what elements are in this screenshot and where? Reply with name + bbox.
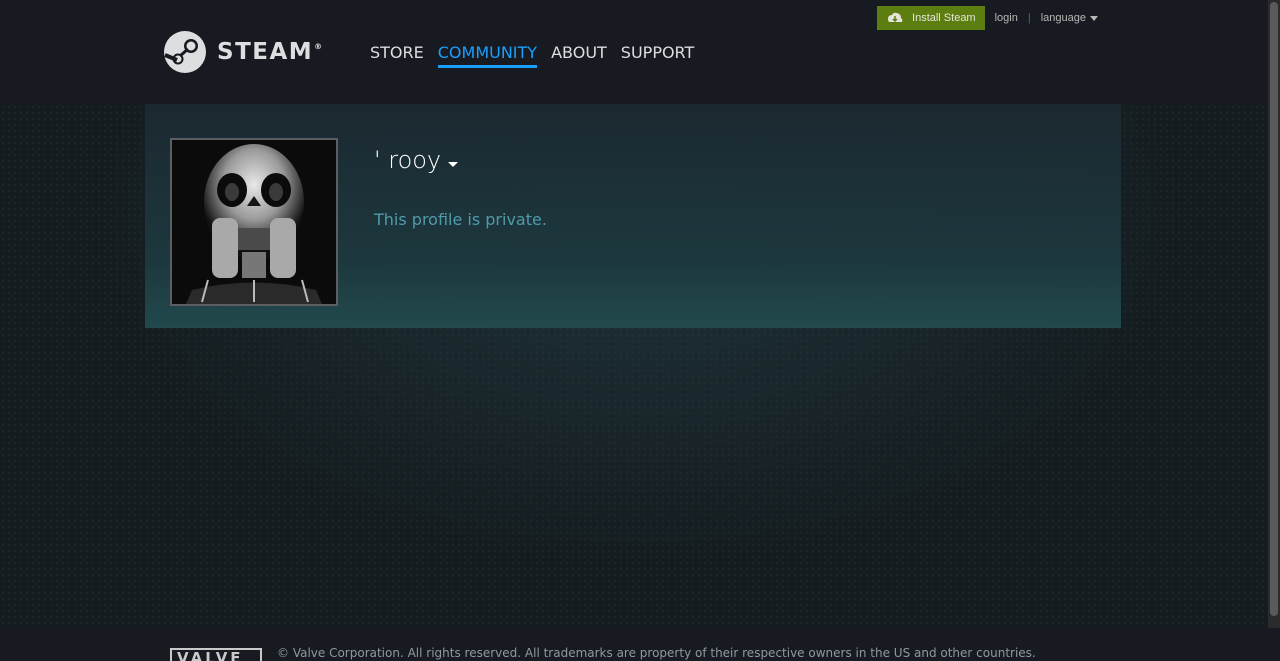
- copyright-text: © Valve Corporation. All rights reserved…: [277, 646, 1036, 660]
- install-steam-button[interactable]: Install Steam: [877, 6, 985, 30]
- global-actions: Install Steam login | language: [877, 6, 1098, 30]
- persona-name[interactable]: ' rooy: [374, 146, 459, 174]
- private-profile-message: This profile is private.: [374, 210, 547, 229]
- language-label: language: [1040, 12, 1086, 24]
- persona-name-text: ' rooy: [374, 146, 442, 174]
- steam-logo-text: STEAM®: [217, 39, 324, 65]
- download-icon: [888, 12, 903, 23]
- avatar[interactable]: [172, 140, 336, 304]
- avatar-image-icon: [172, 140, 336, 304]
- steam-logo-icon: [164, 31, 206, 73]
- footer: VALVE © Valve Corporation. All rights re…: [0, 628, 1280, 661]
- avatar-frame: [170, 138, 338, 306]
- login-link[interactable]: login: [995, 12, 1018, 24]
- nav-store[interactable]: STORE: [370, 43, 424, 68]
- scrollbar-thumb[interactable]: [1270, 2, 1278, 616]
- nav-about[interactable]: ABOUT: [551, 43, 607, 68]
- nav-support[interactable]: SUPPORT: [621, 43, 694, 68]
- global-header: STEAM® STORE COMMUNITY ABOUT SUPPORT Ins…: [0, 0, 1280, 104]
- scrollbar[interactable]: [1268, 0, 1280, 628]
- divider: |: [1027, 12, 1031, 24]
- chevron-down-icon: [1090, 15, 1098, 21]
- language-dropdown[interactable]: language: [1041, 12, 1098, 24]
- steam-logo[interactable]: STEAM®: [163, 29, 324, 75]
- nav-community[interactable]: COMMUNITY: [437, 43, 538, 68]
- install-steam-label: Install Steam: [912, 12, 976, 24]
- chevron-down-icon[interactable]: [448, 162, 459, 167]
- main-nav: STORE COMMUNITY ABOUT SUPPORT: [370, 43, 708, 68]
- profile-header: ' rooy This profile is private.: [145, 104, 1121, 328]
- valve-logo[interactable]: VALVE: [170, 648, 262, 661]
